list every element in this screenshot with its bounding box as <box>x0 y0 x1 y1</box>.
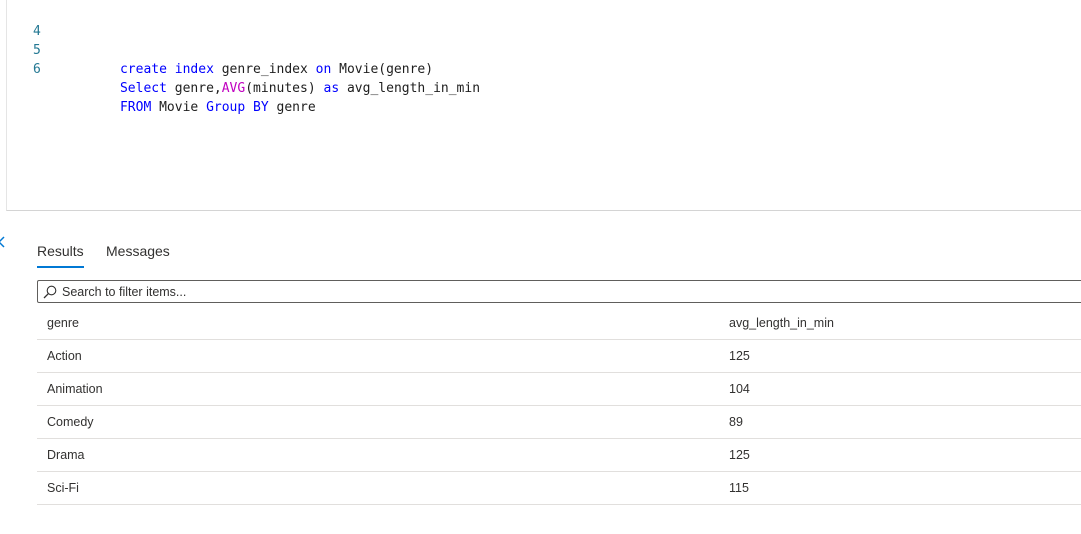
search-icon <box>43 285 57 299</box>
sql-keyword: Group <box>206 100 246 115</box>
table-cell[interactable]: Sci-Fi <box>47 472 79 504</box>
table-cell[interactable]: Comedy <box>47 406 94 438</box>
table-row[interactable]: Comedy 89 <box>37 406 1081 439</box>
code-line[interactable]: 4 create index genre_index on Movie(genr… <box>7 3 433 77</box>
table-cell[interactable]: 89 <box>729 406 743 438</box>
table-cell[interactable]: 125 <box>729 340 750 372</box>
chevron-left-icon[interactable] <box>0 234 6 250</box>
table-cell[interactable]: 115 <box>729 472 749 504</box>
sql-keyword: BY <box>253 100 269 115</box>
table-cell[interactable]: 125 <box>729 439 750 471</box>
table-row[interactable]: Action 125 <box>37 340 1081 373</box>
tab-messages[interactable]: Messages <box>106 236 170 266</box>
table-cell[interactable]: 104 <box>729 373 750 405</box>
table-header-row: genre avg_length_in_min <box>37 307 1081 340</box>
sql-keyword: FROM <box>119 100 152 115</box>
column-header-genre[interactable]: genre <box>47 307 79 339</box>
line-number: 6 <box>33 62 41 77</box>
table-cell[interactable]: Drama <box>47 439 85 471</box>
search-input[interactable] <box>62 281 1062 302</box>
code-text[interactable]: FROM Movie Group BY genre <box>73 79 316 136</box>
table-cell[interactable]: Action <box>47 340 82 372</box>
sql-keyword: as <box>323 81 340 96</box>
table-row[interactable]: Drama 125 <box>37 439 1081 472</box>
query-editor[interactable]: 4 create index genre_index on Movie(genr… <box>6 0 1081 211</box>
column-header-avg-length[interactable]: avg_length_in_min <box>729 307 834 339</box>
sql-text: genre <box>268 100 316 115</box>
sql-text: avg_length_in_min <box>339 81 481 96</box>
results-grid: genre avg_length_in_min Action 125 Anima… <box>37 307 1081 505</box>
filter-box[interactable] <box>37 280 1081 303</box>
table-row[interactable]: Animation 104 <box>37 373 1081 406</box>
code-line[interactable]: 6 FROM Movie Group BY genre <box>7 41 316 115</box>
table-row[interactable]: Sci-Fi 115 <box>37 472 1081 505</box>
code-line[interactable]: 5 Select genre,AVG(minutes) as avg_lengt… <box>7 22 480 96</box>
tab-results[interactable]: Results <box>37 236 84 268</box>
table-cell[interactable]: Animation <box>47 373 103 405</box>
sql-text: Movie <box>151 100 207 115</box>
